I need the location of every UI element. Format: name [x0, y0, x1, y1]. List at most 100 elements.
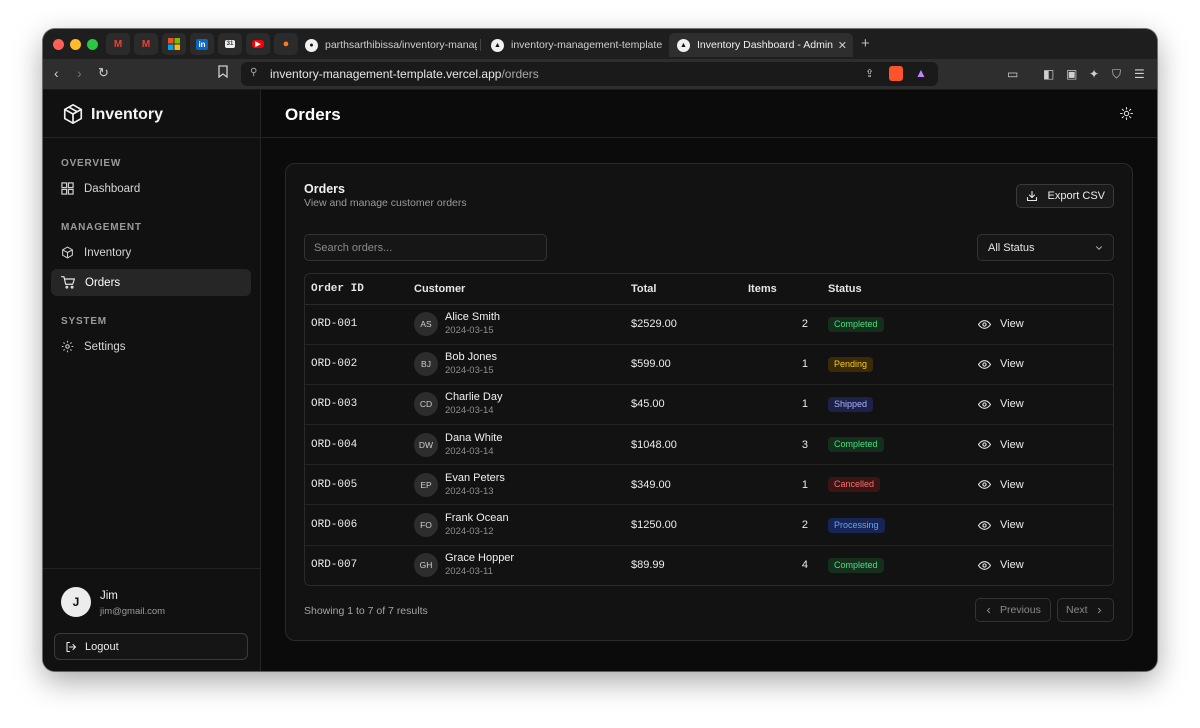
- customer-name: Grace Hopper: [445, 552, 515, 565]
- gmail-icon[interactable]: M: [134, 33, 158, 55]
- order-id: ORD-003: [305, 384, 414, 426]
- sidebar-toggle-icon[interactable]: ◧: [1043, 67, 1054, 81]
- order-total: $599.00: [631, 344, 748, 385]
- view-order-button[interactable]: View: [978, 318, 1113, 331]
- avatar: BJ: [414, 352, 438, 377]
- status-badge: Completed: [828, 437, 884, 453]
- avatar: FO: [414, 513, 438, 538]
- package-icon: [62, 246, 73, 259]
- sidebar-item-label: Inventory: [84, 246, 132, 259]
- leo-ai-icon[interactable]: ✦: [1089, 67, 1099, 81]
- url-text: inventory-management-template.vercel.app…: [270, 67, 539, 81]
- table-row: ORD-006 FO Frank Ocean 2024-03-12 $1250.…: [305, 504, 1113, 546]
- action-cell: View: [978, 545, 1113, 585]
- bookmark-icon[interactable]: [218, 65, 228, 81]
- sidebar-item-label: Orders: [85, 276, 121, 289]
- browser-tab[interactable]: ▲ inventory-management-template: [483, 33, 663, 57]
- sidebar-item-settings[interactable]: Settings: [51, 333, 251, 360]
- new-tab-icon[interactable]: +: [861, 35, 870, 52]
- vercel-icon: ▲: [491, 38, 504, 52]
- view-order-button[interactable]: View: [978, 438, 1113, 451]
- customer-cell: AS Alice Smith 2024-03-15: [414, 304, 631, 345]
- status-cell: Shipped: [828, 384, 978, 426]
- sidebar-item-orders[interactable]: Orders: [51, 269, 251, 296]
- wallet-icon[interactable]: ▣: [1066, 67, 1077, 81]
- view-order-button[interactable]: View: [978, 398, 1113, 411]
- order-total: $2529.00: [631, 304, 748, 345]
- browser-tab[interactable]: ● parthsarthibissa/inventory-manage: [297, 33, 477, 57]
- search-input[interactable]: [304, 234, 547, 261]
- chevron-down-icon: [1095, 246, 1103, 250]
- column-spacer: [808, 304, 828, 345]
- close-tab-icon[interactable]: ✕: [838, 39, 847, 52]
- gmail-icon[interactable]: M: [106, 33, 130, 55]
- reload-icon[interactable]: ↻: [98, 65, 109, 81]
- package-icon: [63, 104, 83, 124]
- column-spacer: [808, 424, 828, 466]
- sun-icon[interactable]: [1120, 107, 1133, 120]
- view-label: View: [1000, 438, 1024, 451]
- share-icon[interactable]: ⇪: [865, 67, 874, 80]
- order-date: 2024-03-14: [445, 445, 494, 457]
- table-row: ORD-004 DW Dana White 2024-03-14 $1048.0…: [305, 424, 1113, 466]
- status-cell: Cancelled: [828, 464, 978, 506]
- fire-icon[interactable]: ●: [274, 33, 298, 55]
- view-order-button[interactable]: View: [978, 559, 1113, 572]
- export-label: Export CSV: [1047, 190, 1105, 202]
- status-filter-select[interactable]: All Status: [977, 234, 1114, 261]
- youtube-icon[interactable]: ▶: [246, 33, 270, 55]
- pinned-tabs: M M in 31 ▶ ●: [106, 33, 298, 55]
- order-date: 2024-03-12: [445, 526, 494, 538]
- export-csv-button[interactable]: Export CSV: [1015, 184, 1114, 208]
- view-order-button[interactable]: View: [978, 519, 1113, 532]
- eye-icon: [978, 319, 991, 329]
- minimize-window-button[interactable]: [70, 39, 81, 50]
- address-bar[interactable]: ⚲ inventory-management-template.vercel.a…: [241, 62, 938, 86]
- tab-strip: M M in 31 ▶ ● ● parthsarthibissa/invento…: [43, 29, 1157, 59]
- previous-page-button[interactable]: Previous: [975, 598, 1051, 622]
- column-header: Customer: [414, 274, 631, 305]
- sidebar-item-label: Settings: [84, 340, 126, 353]
- vpn-icon[interactable]: ⛉: [1112, 67, 1121, 82]
- microsoft-icon[interactable]: [162, 33, 186, 55]
- action-cell: View: [978, 344, 1113, 385]
- customer-name: Dana White: [445, 431, 503, 444]
- linkedin-icon[interactable]: in: [190, 33, 214, 55]
- view-label: View: [1000, 478, 1024, 491]
- chevron-right-icon: [1097, 607, 1101, 613]
- action-cell: View: [978, 464, 1113, 506]
- sidebar-item-inventory[interactable]: Inventory: [51, 239, 251, 266]
- status-badge: Cancelled: [828, 477, 881, 493]
- logout-button[interactable]: Logout: [54, 633, 248, 660]
- order-items: 1: [748, 344, 808, 385]
- browser-tab-active[interactable]: ▲ Inventory Dashboard - Admin ✕: [669, 33, 853, 57]
- brave-rewards-icon[interactable]: ▲: [915, 66, 927, 80]
- reader-mode-icon[interactable]: ▭: [1007, 67, 1018, 81]
- site-settings-icon[interactable]: ⚲: [250, 67, 257, 78]
- avatar: GH: [414, 553, 438, 578]
- customer-cell: CD Charlie Day 2024-03-14: [414, 384, 631, 426]
- maximize-window-button[interactable]: [87, 39, 98, 50]
- brave-shield-icon[interactable]: [889, 66, 903, 81]
- avatar: DW: [414, 432, 438, 457]
- eye-icon: [978, 400, 991, 409]
- status-filter-value: All Status: [988, 241, 1035, 254]
- table-row: ORD-005 EP Evan Peters 2024-03-13 $349.0…: [305, 464, 1113, 506]
- close-window-button[interactable]: [53, 39, 64, 50]
- status-badge: Completed: [828, 557, 884, 573]
- calendar-icon[interactable]: 31: [218, 33, 242, 55]
- page-title: Orders: [285, 105, 341, 124]
- back-icon[interactable]: ‹: [54, 65, 59, 81]
- sidebar-item-dashboard[interactable]: Dashboard: [51, 175, 251, 202]
- view-order-button[interactable]: View: [978, 358, 1113, 371]
- eye-icon: [978, 520, 991, 530]
- section-label-system: SYSTEM: [61, 316, 107, 327]
- view-order-button[interactable]: View: [978, 478, 1113, 491]
- next-page-button[interactable]: Next: [1057, 598, 1114, 622]
- forward-icon[interactable]: ›: [77, 65, 82, 81]
- menu-icon[interactable]: ☰: [1134, 67, 1145, 81]
- sidebar: Inventory OVERVIEW Dashboard MANAGEMENT …: [43, 90, 261, 671]
- gear-icon: [61, 340, 74, 353]
- order-items: 3: [748, 424, 808, 466]
- order-id: ORD-006: [305, 504, 414, 546]
